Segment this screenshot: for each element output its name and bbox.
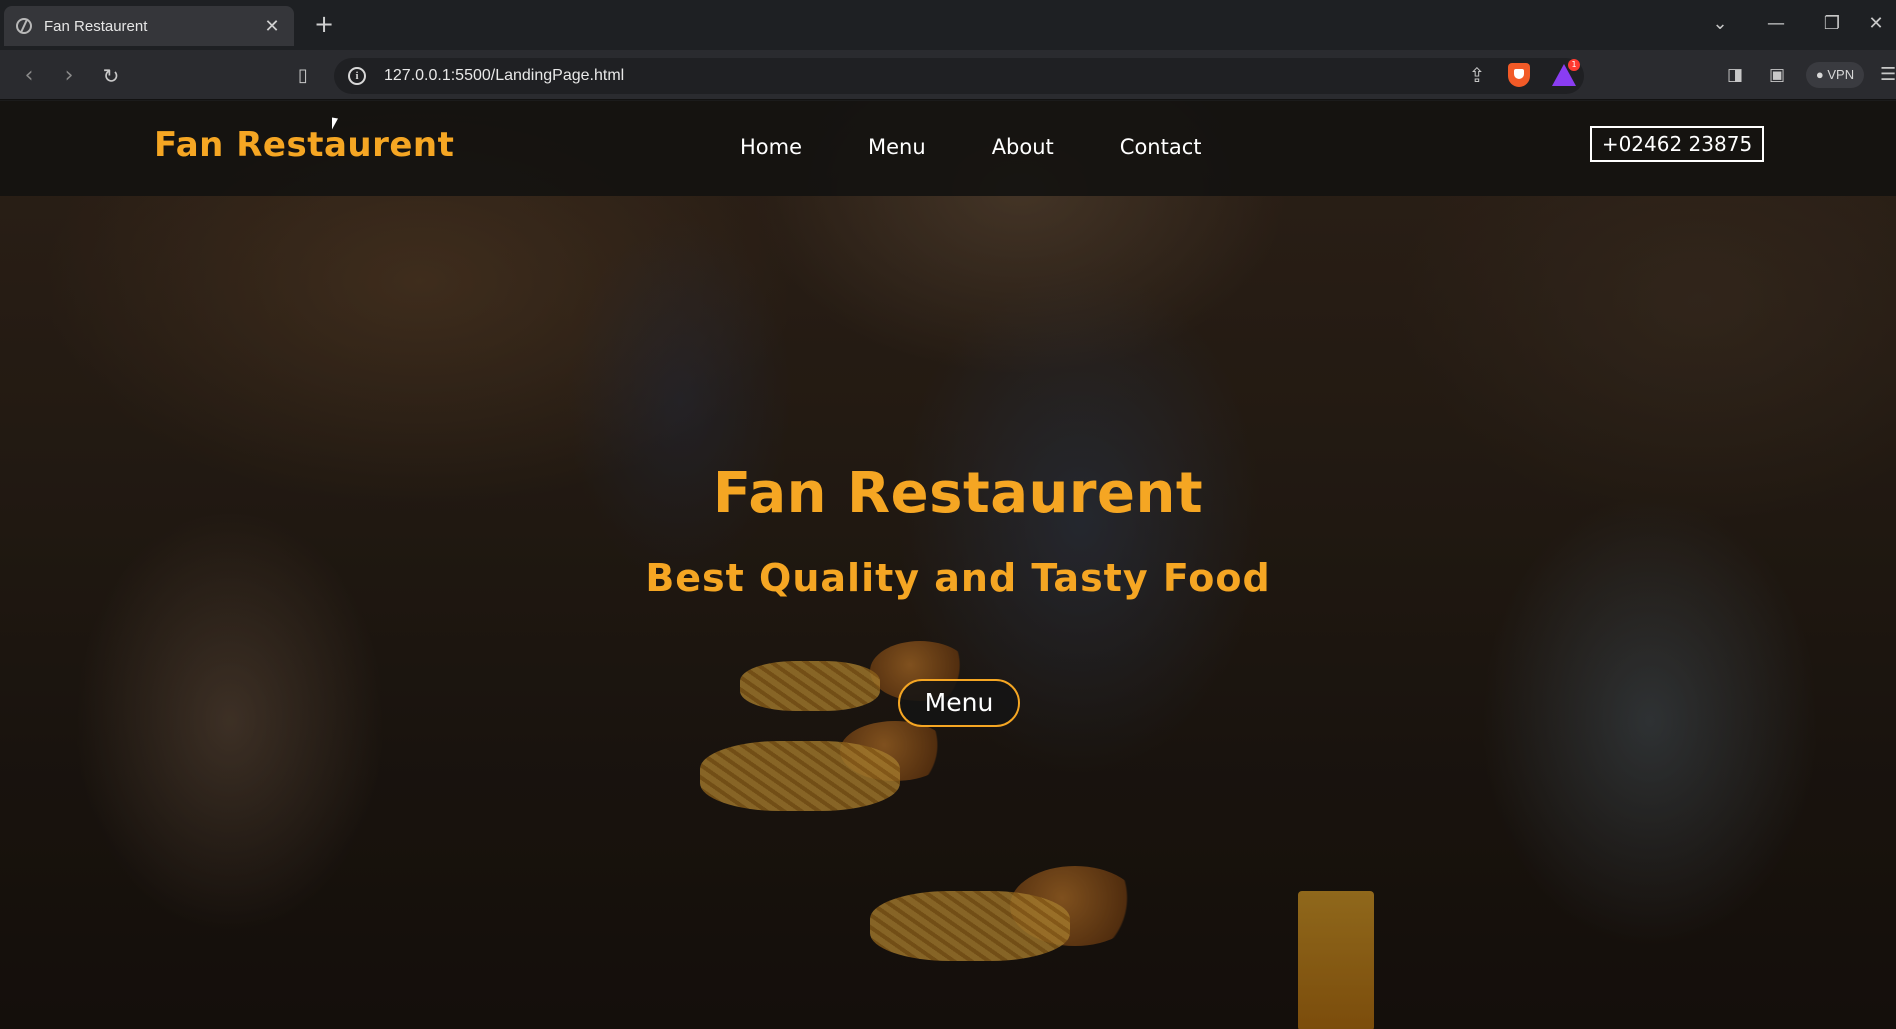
juice-glass-image (1298, 891, 1374, 1029)
hero-menu-button[interactable]: Menu (898, 679, 1020, 727)
phone-number-button[interactable]: +02462 23875 (1590, 126, 1764, 162)
new-tab-button[interactable]: + (310, 10, 338, 38)
hero-subtitle: Best Quality and Tasty Food (645, 556, 1271, 600)
site-logo[interactable]: Fan Restaurent (154, 125, 454, 165)
fries-image (870, 891, 1070, 961)
address-bar[interactable]: i 127.0.0.1:5500/LandingPage.html (334, 58, 1584, 94)
restore-button[interactable]: ❐ (1812, 10, 1852, 38)
site-info-icon[interactable]: i (348, 67, 366, 85)
burger-image (1010, 866, 1140, 946)
globe-icon (16, 18, 32, 34)
tab-search-icon[interactable]: ⌄ (1700, 10, 1740, 38)
vpn-button[interactable]: ● VPN (1806, 62, 1864, 88)
browser-tab-bar: Fan Restaurent ✕ + ⌄ — ❐ ✕ (0, 0, 1896, 50)
fries-image (740, 661, 880, 711)
url-text[interactable]: 127.0.0.1:5500/LandingPage.html (384, 67, 624, 85)
brave-shields-icon[interactable] (1508, 63, 1530, 87)
hamburger-menu-icon[interactable]: ☰ (1880, 64, 1896, 86)
forward-arrow-icon[interactable]: › (54, 61, 84, 91)
site-navbar: Fan Restaurent Home Menu About Contact +… (0, 101, 1896, 196)
tab-close-icon[interactable]: ✕ (262, 16, 282, 37)
wallet-icon[interactable]: ▣ (1766, 64, 1788, 86)
browser-tab[interactable]: Fan Restaurent ✕ (4, 6, 294, 46)
fries-image (700, 741, 900, 811)
bookmark-icon[interactable]: ▯ (288, 61, 318, 91)
nav-links: Home Menu About Contact (740, 135, 1267, 159)
sidebar-icon[interactable]: ◨ (1724, 64, 1746, 86)
nav-link-contact[interactable]: Contact (1120, 135, 1202, 159)
back-arrow-icon[interactable]: ‹ (14, 61, 44, 91)
tab-title: Fan Restaurent (44, 17, 148, 35)
landing-page: Fan Restaurent Home Menu About Contact +… (0, 101, 1896, 1029)
nav-link-home[interactable]: Home (740, 135, 802, 159)
nav-link-about[interactable]: About (992, 135, 1054, 159)
vpn-label: VPN (1827, 67, 1855, 82)
hero-title: Fan Restaurent (712, 461, 1204, 526)
share-icon[interactable]: ⇪ (1464, 62, 1490, 88)
close-window-button[interactable]: ✕ (1856, 10, 1896, 38)
mouse-cursor-icon (332, 117, 338, 131)
burger-image (840, 721, 950, 781)
reload-icon[interactable]: ↻ (96, 61, 126, 91)
nav-link-menu[interactable]: Menu (868, 135, 926, 159)
browser-toolbar: ‹ › ↻ ▯ i 127.0.0.1:5500/LandingPage.htm… (0, 50, 1896, 100)
rewards-badge: 1 (1568, 59, 1580, 71)
minimize-button[interactable]: — (1756, 10, 1796, 38)
